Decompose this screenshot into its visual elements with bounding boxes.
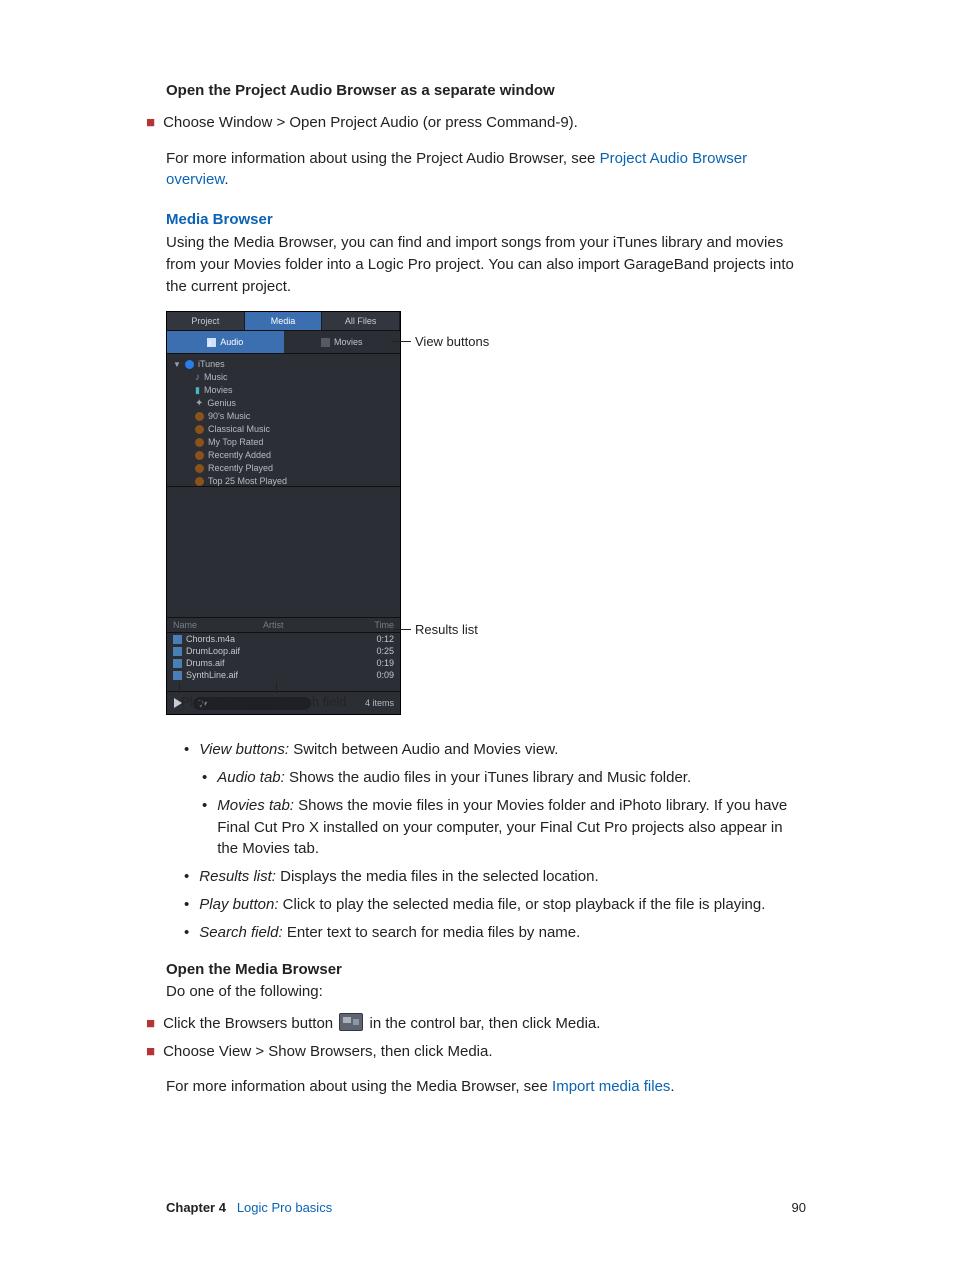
film-icon: ▮ — [195, 384, 200, 397]
bullet-icon: ■ — [146, 112, 163, 134]
def-label: View buttons: — [199, 741, 289, 758]
callout-results-list: Results list — [415, 622, 478, 637]
body-text: . — [670, 1078, 674, 1095]
def-label: Movies tab: — [217, 797, 294, 814]
def-text: Click to play the selected media file, o… — [278, 896, 765, 913]
note-icon: ♪ — [195, 371, 200, 384]
def-label: Play button: — [199, 896, 278, 913]
link-import-media-files[interactable]: Import media files — [552, 1078, 670, 1095]
callout-view-buttons: View buttons — [415, 334, 489, 349]
audio-file-icon — [173, 671, 182, 680]
itunes-icon — [185, 360, 194, 369]
body-text: Do one of the following: — [166, 981, 806, 1003]
gear-icon — [195, 477, 204, 486]
view-movies[interactable]: Movies — [284, 331, 401, 353]
media-browser-figure: Project Media All Files ♪Audio Movies ▼i… — [166, 311, 806, 711]
bullet-icon: ■ — [146, 1013, 163, 1035]
items-count: 4 items — [365, 698, 394, 708]
def-text: Shows the movie files in your Movies fol… — [217, 797, 787, 858]
def-text: Switch between Audio and Movies view. — [289, 741, 558, 758]
bullet-icon: ■ — [146, 1041, 163, 1063]
def-label: Search field: — [199, 924, 282, 941]
audio-file-icon — [173, 647, 182, 656]
bullet-text: Choose Window > Open Project Audio (or p… — [163, 112, 806, 134]
chapter-title: Logic Pro basics — [237, 1200, 332, 1215]
body-text: Using the Media Browser, you can find an… — [166, 232, 806, 297]
source-tree[interactable]: ▼iTunes ♪Music ▮Movies ✦Genius 90's Musi… — [167, 354, 400, 486]
genius-icon: ✦ — [195, 397, 203, 410]
body-text: For more information about using the Pro… — [166, 150, 600, 167]
gear-icon — [195, 412, 204, 421]
note-icon: ♪ — [207, 338, 216, 347]
gear-icon — [195, 464, 204, 473]
media-browser-heading: Media Browser — [166, 211, 806, 228]
col-name: Name — [173, 620, 263, 630]
page-number: 90 — [792, 1200, 806, 1215]
tab-all-files[interactable]: All Files — [322, 312, 400, 330]
tab-project[interactable]: Project — [167, 312, 245, 330]
def-text: Displays the media files in the selected… — [276, 868, 599, 885]
col-time: Time — [354, 620, 394, 630]
def-label: Audio tab: — [217, 769, 285, 786]
def-text: Shows the audio files in your iTunes lib… — [285, 769, 691, 786]
results-list[interactable]: Name Artist Time Chords.m4a0:12 DrumLoop… — [167, 617, 400, 691]
bullet-text: Choose View > Show Browsers, then click … — [163, 1041, 806, 1063]
bullet-text: Click the Browsers button in the control… — [163, 1013, 806, 1035]
page-footer: Chapter 4 Logic Pro basics 90 — [166, 1200, 806, 1215]
audio-file-icon — [173, 635, 182, 644]
gear-icon — [195, 425, 204, 434]
body-text: . — [224, 171, 228, 188]
film-icon — [321, 338, 330, 347]
callout-play-button: Play button — [181, 694, 246, 709]
section-heading: Open the Media Browser — [166, 959, 806, 981]
view-audio[interactable]: ♪Audio — [167, 331, 284, 353]
browsers-icon — [339, 1013, 363, 1031]
body-text: For more information about using the Med… — [166, 1078, 552, 1095]
def-text: Enter text to search for media files by … — [283, 924, 581, 941]
gear-icon — [195, 451, 204, 460]
audio-file-icon — [173, 659, 182, 668]
callout-search-field: Search field — [278, 694, 347, 709]
col-artist: Artist — [263, 620, 354, 630]
chapter-label: Chapter 4 — [166, 1200, 226, 1215]
tab-media[interactable]: Media — [245, 312, 323, 330]
def-label: Results list: — [199, 868, 276, 885]
gear-icon — [195, 438, 204, 447]
section-heading: Open the Project Audio Browser as a sepa… — [166, 80, 806, 102]
